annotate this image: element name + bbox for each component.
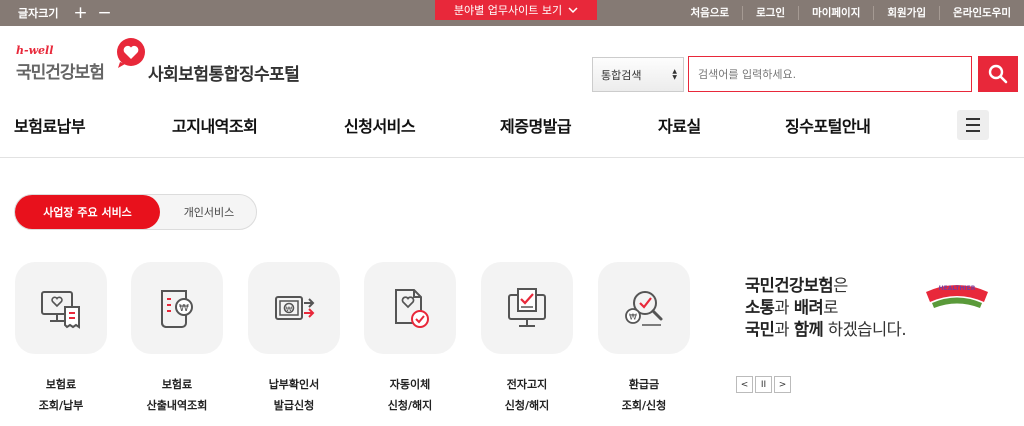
search-button[interactable] bbox=[978, 56, 1018, 92]
service-refund[interactable]: ₩ 환급금 조회/신청 bbox=[598, 262, 690, 412]
hamburger-icon-bar bbox=[966, 118, 980, 120]
tab-personal-services[interactable]: 개인서비스 bbox=[163, 195, 255, 229]
select-arrows-icon: ▲ ▼ bbox=[672, 68, 677, 81]
service-label-line1: 보험료 bbox=[161, 378, 193, 391]
gnb-item-certificate-issuance[interactable]: 제증명발급 bbox=[500, 113, 572, 137]
svg-text:₩: ₩ bbox=[629, 313, 637, 322]
top-utility-bar: 글자크기 + − 분야별 업무사이트 보기 처음으로 로그인 마이페이지 회원가… bbox=[0, 0, 1024, 26]
search-scope-select[interactable]: 통합검색 ▲ ▼ bbox=[592, 57, 684, 92]
document-coin-icon: ₩ bbox=[161, 290, 193, 328]
service-label-line1: 자동이체 bbox=[389, 378, 431, 391]
heart-document-check-icon bbox=[395, 289, 429, 328]
service-auto-transfer[interactable]: 자동이체 신청/해지 bbox=[364, 262, 456, 412]
service-label: 납부확인서 발급신청 bbox=[238, 374, 350, 416]
gnb-divider bbox=[0, 157, 1024, 158]
gnb-item-notice-inquiry[interactable]: 고지내역조회 bbox=[172, 113, 258, 137]
service-icon-box bbox=[481, 262, 573, 354]
service-icon-box: ₩ bbox=[248, 262, 340, 354]
search-icon bbox=[988, 64, 1008, 84]
utility-links: 처음으로 로그인 마이페이지 회원가입 온라인도우미 bbox=[677, 0, 1024, 26]
service-icon-box: ₩ bbox=[131, 262, 223, 354]
monitor-receipt-icon bbox=[41, 291, 80, 329]
service-label-line1: 전자고지 bbox=[506, 378, 548, 391]
tab-business-services[interactable]: 사업장 주요 서비스 bbox=[15, 195, 160, 229]
service-label-line1: 환급금 bbox=[628, 378, 660, 391]
service-label: 전자고지 신청/해지 bbox=[471, 374, 583, 416]
logo-org-name: 국민건강보험 bbox=[16, 63, 105, 83]
search-placeholder: 검색어를 입력하세요. bbox=[698, 68, 797, 81]
service-label-line2: 조회/신청 bbox=[621, 399, 667, 412]
banner-line-3: 국민과 함께 하겠습니다. bbox=[745, 319, 935, 341]
card-arrow-icon: ₩ bbox=[275, 296, 315, 320]
search-scope-value: 통합검색 bbox=[601, 68, 642, 82]
banner-text: 과 bbox=[774, 298, 794, 317]
service-label-line2: 산출내역조회 bbox=[146, 399, 208, 412]
slogan-banner[interactable]: 국민건강보험은 소통과 배려로 국민과 함께 하겠습니다. bbox=[745, 275, 935, 341]
service-label: 자동이체 신청/해지 bbox=[354, 374, 466, 416]
chevron-down-icon bbox=[568, 6, 578, 13]
service-icon-box bbox=[364, 262, 456, 354]
banner-text: 은 bbox=[833, 276, 848, 295]
portal-title[interactable]: 사회보험통합징수포털 bbox=[148, 60, 300, 85]
svg-text:₩: ₩ bbox=[179, 303, 189, 314]
service-premium-calculation[interactable]: ₩ 보험료 산출내역조회 bbox=[131, 262, 223, 412]
util-link-online-help[interactable]: 온라인도우미 bbox=[939, 6, 1024, 20]
service-icon-box bbox=[15, 262, 107, 354]
banner-text: 로 bbox=[823, 298, 838, 317]
svg-text:₩: ₩ bbox=[286, 305, 293, 313]
heart-logo-icon bbox=[117, 38, 145, 68]
monitor-check-icon bbox=[508, 288, 546, 327]
banner-pause-button[interactable]: II bbox=[755, 376, 772, 393]
banner-line-1: 국민건강보험은 bbox=[745, 275, 935, 297]
util-link-signup[interactable]: 회원가입 bbox=[873, 6, 939, 20]
util-link-login[interactable]: 로그인 bbox=[742, 6, 798, 20]
banner-text-bold: 소통 bbox=[745, 298, 775, 317]
service-label-line1: 납부확인서 bbox=[268, 378, 320, 391]
logo-tagline: h-well bbox=[16, 44, 54, 57]
department-sites-button[interactable]: 분야별 업무사이트 보기 bbox=[435, 0, 597, 20]
font-size-increase-button[interactable]: + bbox=[68, 0, 92, 26]
banner-text-bold: 국민건강보험 bbox=[745, 276, 834, 295]
util-link-home[interactable]: 처음으로 bbox=[677, 6, 742, 20]
util-link-mypage[interactable]: 마이페이지 bbox=[798, 6, 873, 20]
banner-next-button[interactable]: > bbox=[774, 376, 791, 393]
service-tabs: 사업장 주요 서비스 개인서비스 bbox=[14, 194, 257, 230]
banner-text-bold: 국민 bbox=[745, 320, 775, 339]
healthier-logo-icon: HEALTHIER bbox=[926, 285, 988, 308]
service-premium-inquiry-payment[interactable]: 보험료 조회/납부 bbox=[15, 262, 107, 412]
gnb-item-application-service[interactable]: 신청서비스 bbox=[344, 113, 416, 137]
all-menu-button[interactable] bbox=[957, 110, 989, 140]
service-label-line2: 발급신청 bbox=[273, 399, 315, 412]
banner-slider-controls: < II > bbox=[736, 376, 791, 393]
nhis-logo[interactable]: h-well 국민건강보험 bbox=[16, 38, 156, 88]
banner-text-bold: 함께 bbox=[793, 320, 824, 339]
search-input[interactable]: 검색어를 입력하세요. bbox=[688, 56, 972, 92]
service-label: 보험료 조회/납부 bbox=[5, 374, 117, 416]
font-size-control: 글자크기 + − bbox=[18, 0, 116, 26]
department-sites-label: 분야별 업무사이트 보기 bbox=[453, 4, 563, 17]
service-label-line1: 보험료 bbox=[45, 378, 77, 391]
hamburger-icon-bar bbox=[966, 124, 980, 126]
banner-text: 과 bbox=[774, 320, 794, 339]
gnb-item-premium-payment[interactable]: 보험료납부 bbox=[14, 113, 86, 137]
font-size-decrease-button[interactable]: − bbox=[92, 0, 116, 26]
service-payment-certificate[interactable]: ₩ 납부확인서 발급신청 bbox=[248, 262, 340, 412]
service-label: 보험료 산출내역조회 bbox=[121, 374, 233, 416]
service-label-line2: 조회/납부 bbox=[38, 399, 84, 412]
service-label: 환급금 조회/신청 bbox=[588, 374, 700, 416]
banner-text: 하겠습니다. bbox=[823, 320, 907, 339]
service-label-line2: 신청/해지 bbox=[504, 399, 550, 412]
font-size-label: 글자크기 bbox=[18, 7, 59, 20]
banner-line-2: 소통과 배려로 bbox=[745, 297, 935, 319]
banner-text-bold: 배려 bbox=[793, 298, 824, 317]
hamburger-icon-bar bbox=[966, 130, 980, 132]
service-electronic-notice[interactable]: 전자고지 신청/해지 bbox=[481, 262, 573, 412]
healthier-logo-text: HEALTHIER bbox=[939, 285, 976, 292]
gnb-item-archive[interactable]: 자료실 bbox=[658, 113, 701, 137]
gnb-item-portal-guide[interactable]: 징수포털안내 bbox=[785, 113, 871, 137]
magnifier-check-icon: ₩ bbox=[625, 291, 663, 326]
service-icon-box: ₩ bbox=[598, 262, 690, 354]
service-label-line2: 신청/해지 bbox=[387, 399, 433, 412]
banner-prev-button[interactable]: < bbox=[736, 376, 753, 393]
